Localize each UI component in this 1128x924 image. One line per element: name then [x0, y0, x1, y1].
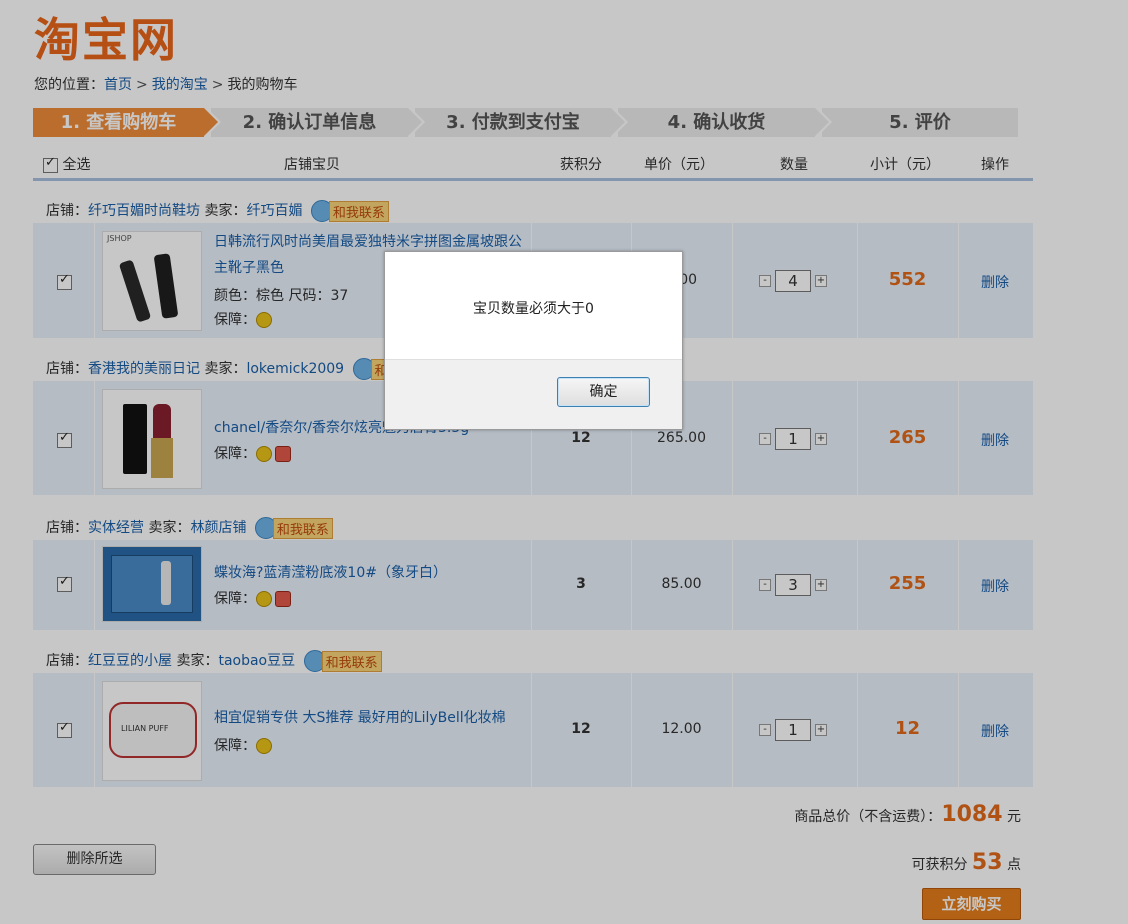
- alert-message: 宝贝数量必须大于0: [473, 301, 594, 317]
- modal-overlay: [0, 0, 1128, 924]
- ok-button[interactable]: 确定: [557, 377, 650, 407]
- alert-footer: 确定: [385, 359, 682, 429]
- alert-dialog: 宝贝数量必须大于0 确定: [384, 251, 683, 430]
